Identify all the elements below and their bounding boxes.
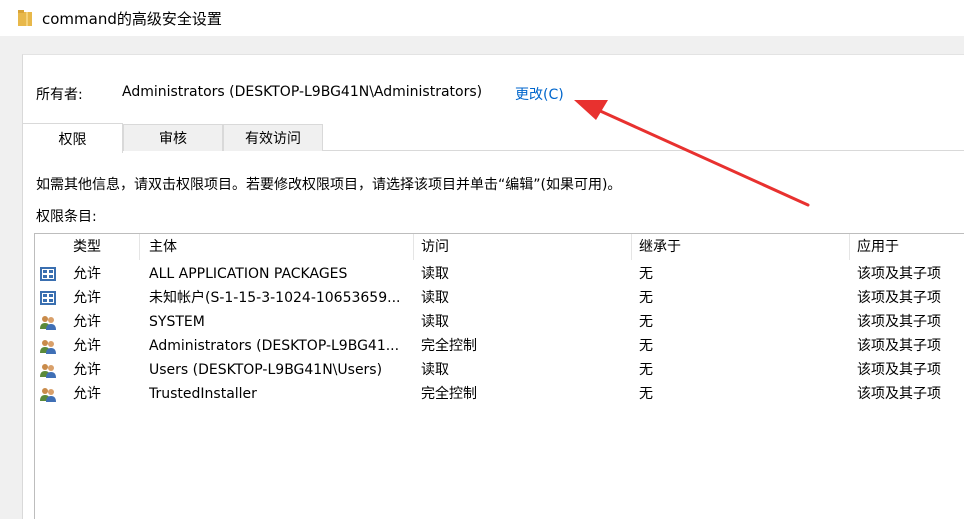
row-applies-to: 该项及其子项 (857, 362, 941, 378)
user-group-icon (40, 316, 56, 330)
column-header-applies-to[interactable]: 应用于 (857, 234, 899, 260)
row-principal: SYSTEM (149, 314, 205, 330)
table-row[interactable]: 允许 Users (DESKTOP-L9BG41N\Users) 读取 无 该项… (35, 358, 964, 382)
row-principal: 未知帐户(S-1-15-3-1024-10653659... (149, 290, 401, 306)
row-type: 允许 (73, 314, 101, 330)
user-group-icon (40, 364, 56, 378)
owner-value: Administrators (DESKTOP-L9BG41N\Administ… (122, 84, 483, 100)
row-applies-to: 该项及其子项 (857, 314, 941, 330)
permission-entries-label: 权限条目: (36, 209, 97, 225)
row-principal: ALL APPLICATION PACKAGES (149, 266, 348, 282)
tab-label: 审核 (159, 131, 187, 147)
title-bar: command的高级安全设置 (0, 0, 964, 36)
table-row[interactable]: 允许 Administrators (DESKTOP-L9BG41... 完全控… (35, 334, 964, 358)
row-applies-to: 该项及其子项 (857, 266, 941, 282)
folder-icon (18, 10, 32, 26)
column-header-access[interactable]: 访问 (421, 234, 449, 260)
permission-entries-list[interactable]: 类型 主体 访问 继承于 应用于 允许 ALL APPLICATION PACK… (34, 233, 964, 519)
row-inherited-from: 无 (639, 386, 653, 402)
row-access: 读取 (421, 290, 449, 306)
user-group-icon (40, 340, 56, 354)
row-inherited-from: 无 (639, 362, 653, 378)
row-access: 完全控制 (421, 386, 477, 402)
row-inherited-from: 无 (639, 290, 653, 306)
row-principal: Users (DESKTOP-L9BG41N\Users) (149, 362, 383, 378)
row-type: 允许 (73, 362, 101, 378)
row-principal: Administrators (DESKTOP-L9BG41... (149, 338, 400, 354)
column-divider[interactable] (849, 234, 850, 260)
row-applies-to: 该项及其子项 (857, 338, 941, 354)
column-header-inherited-from[interactable]: 继承于 (639, 234, 681, 260)
row-access: 读取 (421, 314, 449, 330)
tab-permissions[interactable]: 权限 (22, 123, 123, 154)
table-row[interactable]: 允许 SYSTEM 读取 无 该项及其子项 (35, 310, 964, 334)
row-type: 允许 (73, 338, 101, 354)
window-title: command的高级安全设置 (42, 10, 222, 28)
table-row[interactable]: 允许 TrustedInstaller 完全控制 无 该项及其子项 (35, 382, 964, 406)
row-applies-to: 该项及其子项 (857, 290, 941, 306)
tab-label: 权限 (58, 131, 87, 148)
info-text: 如需其他信息，请双击权限项目。若要修改权限项目，请选择该项目并单击“编辑”(如果… (36, 177, 622, 193)
change-owner-link[interactable]: 更改(C) (515, 84, 564, 104)
app-package-icon (40, 291, 56, 305)
row-type: 允许 (73, 386, 101, 402)
row-access: 完全控制 (421, 338, 477, 354)
column-divider[interactable] (631, 234, 632, 260)
row-type: 允许 (73, 290, 101, 306)
column-divider[interactable] (139, 234, 140, 260)
row-applies-to: 该项及其子项 (857, 386, 941, 402)
row-inherited-from: 无 (639, 338, 653, 354)
tab-label: 有效访问 (245, 131, 301, 147)
user-group-icon (40, 388, 56, 402)
tab-auditing[interactable]: 审核 (123, 124, 223, 151)
row-type: 允许 (73, 266, 101, 282)
table-row[interactable]: 允许 ALL APPLICATION PACKAGES 读取 无 该项及其子项 (35, 262, 964, 286)
row-access: 读取 (421, 362, 449, 378)
row-principal: TrustedInstaller (149, 386, 257, 402)
owner-label: 所有者: (36, 87, 83, 103)
column-divider[interactable] (413, 234, 414, 260)
tab-effective-access[interactable]: 有效访问 (223, 124, 323, 151)
column-header-type[interactable]: 类型 (73, 234, 101, 260)
row-inherited-from: 无 (639, 314, 653, 330)
column-header-principal[interactable]: 主体 (149, 234, 177, 260)
table-row[interactable]: 允许 未知帐户(S-1-15-3-1024-10653659... 读取 无 该… (35, 286, 964, 310)
row-access: 读取 (421, 266, 449, 282)
app-package-icon (40, 267, 56, 281)
row-inherited-from: 无 (639, 266, 653, 282)
